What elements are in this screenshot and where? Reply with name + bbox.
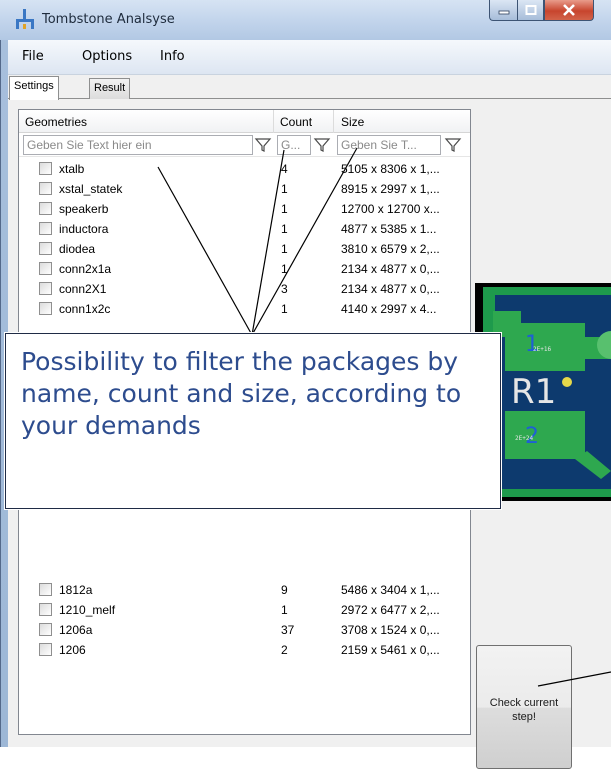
count-filter-input[interactable]: G... [277, 135, 311, 155]
row-checkbox[interactable] [39, 302, 52, 315]
app-icon [16, 9, 34, 29]
tab-settings[interactable]: Settings [9, 76, 59, 100]
minimize-button[interactable] [489, 0, 517, 21]
geometry-count: 1 [281, 262, 288, 276]
row-checkbox[interactable] [39, 583, 52, 596]
table-row[interactable]: speakerb 1 12700 x 12700 x... [19, 199, 470, 219]
geometry-size: 2134 x 4877 x 0,... [341, 282, 440, 296]
check-current-step-label: Check current step! [489, 697, 559, 723]
geometry-name: 1812a [59, 583, 93, 597]
table-row[interactable]: inductora 1 4877 x 5385 x 1... [19, 219, 470, 239]
pad-number-1: 1 [525, 332, 539, 357]
menu-info[interactable]: Info [154, 49, 191, 64]
filter-funnel-icon[interactable] [313, 136, 331, 154]
column-divider[interactable] [273, 110, 274, 133]
row-checkbox[interactable] [39, 623, 52, 636]
row-checkbox[interactable] [39, 162, 52, 175]
geometry-count: 4 [281, 162, 288, 176]
row-checkbox[interactable] [39, 262, 52, 275]
table-row[interactable]: diodea 1 3810 x 6579 x 2,... [19, 239, 470, 259]
annotation-text: Possibility to filter the packages by na… [21, 347, 462, 440]
geometry-count: 9 [281, 583, 288, 597]
table-row[interactable]: xstal_statek 1 8915 x 2997 x 1,... [19, 179, 470, 199]
geometry-size: 2134 x 4877 x 0,... [341, 262, 440, 276]
row-checkbox[interactable] [39, 242, 52, 255]
geometry-size: 5486 x 3404 x 1,... [341, 583, 440, 597]
geometry-count: 37 [281, 623, 295, 637]
title-bar[interactable]: Tombstone Analsyse [0, 0, 611, 40]
geometry-name: conn1x2c [59, 302, 111, 316]
pin-marker [562, 377, 572, 387]
geometry-size: 5105 x 8306 x 1,... [341, 162, 440, 176]
table-row[interactable]: conn2x1a 1 2134 x 4877 x 0,... [19, 259, 470, 279]
size-filter-input[interactable]: Geben Sie T... [337, 135, 441, 155]
geometry-count: 1 [281, 202, 288, 216]
geometry-size: 2972 x 6477 x 2,... [341, 603, 440, 617]
geometry-name: inductora [59, 222, 109, 236]
table-row[interactable]: 1812a 9 5486 x 3404 x 1,... [19, 580, 470, 600]
annotation-callout: Possibility to filter the packages by na… [5, 333, 501, 509]
row-checkbox[interactable] [39, 222, 52, 235]
geometry-name: speakerb [59, 202, 109, 216]
check-current-step-button[interactable]: Check current step! [476, 645, 572, 769]
name-filter-input[interactable]: Geben Sie Text hier ein [23, 135, 253, 155]
geometry-size: 2159 x 5461 x 0,... [341, 643, 440, 657]
filter-funnel-icon[interactable] [254, 136, 272, 154]
row-checkbox[interactable] [39, 202, 52, 215]
table-row[interactable]: 1206a 37 3708 x 1524 x 0,... [19, 620, 470, 640]
tab-strip: Settings Result [8, 75, 611, 100]
designator-label: R1 [511, 372, 556, 412]
table-row[interactable]: xtalb 4 5105 x 8306 x 1,... [19, 159, 470, 179]
geometry-name: xtalb [59, 162, 85, 176]
column-header-geometries[interactable]: Geometries [25, 115, 87, 129]
table-row[interactable]: 1210_melf 1 2972 x 6477 x 2,... [19, 600, 470, 620]
pad-text-top: 2E+16 [533, 346, 551, 353]
geometry-size: 8915 x 2997 x 1,... [341, 182, 440, 196]
geometry-count: 2 [281, 643, 288, 657]
column-divider[interactable] [333, 110, 334, 133]
geometry-size: 3708 x 1524 x 0,... [341, 623, 440, 637]
close-button[interactable] [544, 0, 594, 21]
maximize-button[interactable] [517, 0, 544, 21]
geometry-count: 1 [281, 302, 288, 316]
table-row[interactable]: conn2X1 3 2134 x 4877 x 0,... [19, 279, 470, 299]
geometry-name: diodea [59, 242, 96, 256]
geometry-size: 12700 x 12700 x... [341, 202, 440, 216]
tab-result[interactable]: Result [89, 78, 131, 99]
row-checkbox[interactable] [39, 643, 52, 656]
pad-text-bottom: 2E+24 [515, 435, 533, 442]
geometry-size: 3810 x 6579 x 2,... [341, 242, 440, 256]
filter-row: Geben Sie Text hier ein G... Geben Sie T… [19, 133, 470, 157]
minimize-icon [498, 10, 509, 15]
table-row[interactable]: 1206 2 2159 x 5461 x 0,... [19, 640, 470, 660]
geometry-count: 3 [281, 282, 288, 296]
row-checkbox[interactable] [39, 282, 52, 295]
geometry-count: 1 [281, 222, 288, 236]
filter-funnel-icon[interactable] [444, 136, 462, 154]
geometry-count: 1 [281, 242, 288, 256]
geometry-count: 1 [281, 182, 288, 196]
close-icon [563, 4, 575, 16]
geometry-size: 4140 x 2997 x 4... [341, 302, 437, 316]
row-checkbox[interactable] [39, 182, 52, 195]
menu-options[interactable]: Options [76, 49, 138, 64]
geometry-name: conn2x1a [59, 262, 112, 276]
geometry-name: 1206a [59, 623, 93, 637]
geometry-name: 1210_melf [59, 603, 116, 617]
window-title: Tombstone Analsyse [42, 12, 175, 27]
column-header-size[interactable]: Size [341, 115, 364, 129]
maximize-icon [525, 5, 536, 15]
menu-file[interactable]: File [16, 49, 50, 64]
menu-bar: File Options Info [8, 40, 611, 75]
row-checkbox[interactable] [39, 603, 52, 616]
geometry-size: 4877 x 5385 x 1... [341, 222, 437, 236]
table-row[interactable]: conn1x2c 1 4140 x 2997 x 4... [19, 299, 470, 319]
geometry-name: conn2X1 [59, 282, 107, 296]
grid-header: Geometries Count Size [19, 110, 470, 133]
geometry-name: xstal_statek [59, 182, 123, 196]
geometry-count: 1 [281, 603, 288, 617]
column-header-count[interactable]: Count [280, 115, 312, 129]
geometry-name: 1206 [59, 643, 86, 657]
